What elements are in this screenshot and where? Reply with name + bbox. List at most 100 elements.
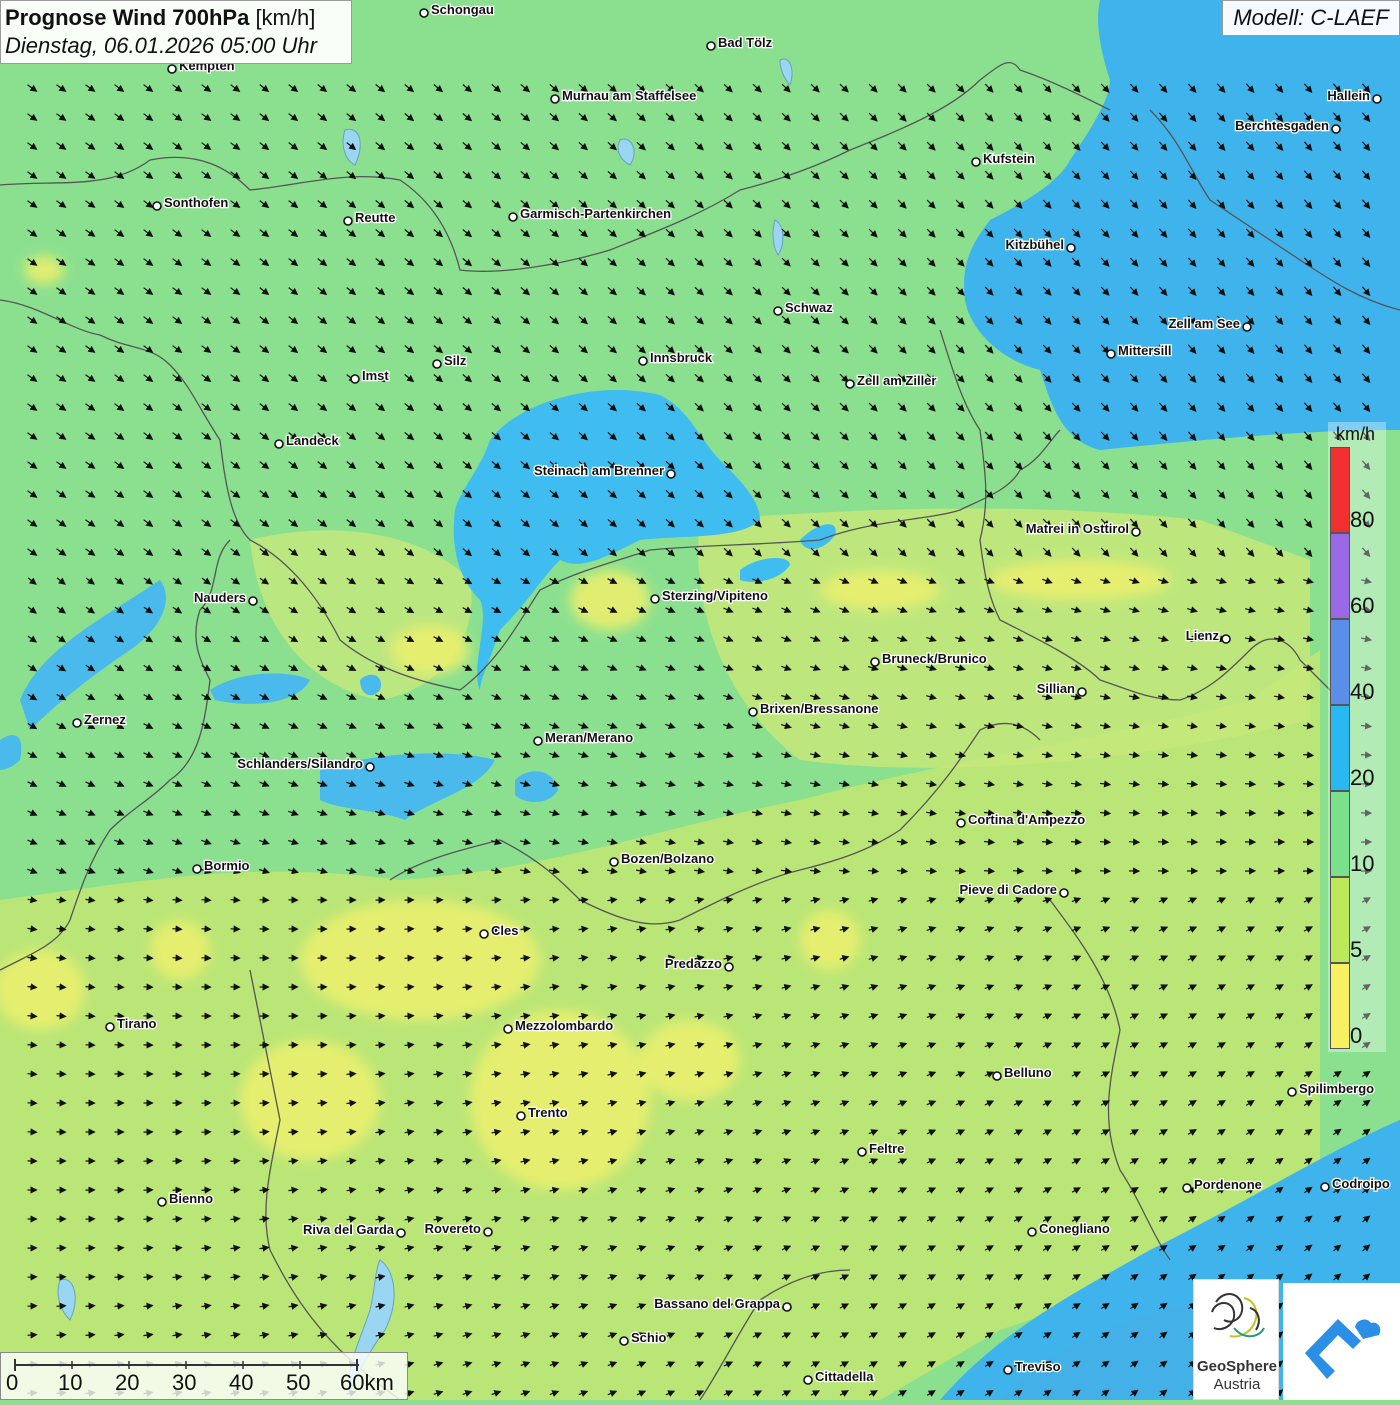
scale-label: 30 <box>172 1370 196 1396</box>
wind-arrow <box>86 958 95 959</box>
city-dot <box>749 708 757 716</box>
city-dot <box>774 307 782 315</box>
city-marker[interactable]: Meran/Merano <box>534 730 633 745</box>
city-marker[interactable]: Brixen/Bressanone <box>749 701 879 716</box>
city-marker[interactable]: Spilimbergo <box>1288 1081 1374 1096</box>
city-label: Tirano <box>117 1016 157 1031</box>
city-dot <box>344 217 352 225</box>
city-label: Lienz <box>1186 628 1220 643</box>
city-label: Riva del Garda <box>303 1222 395 1237</box>
city-dot <box>1243 323 1251 331</box>
city-dot <box>871 658 879 666</box>
wind-arrow <box>347 1074 356 1075</box>
city-dot <box>484 1228 492 1236</box>
wind-arrow <box>202 1219 211 1220</box>
city-dot <box>73 719 81 727</box>
city-marker[interactable]: Matrei in Osttirol <box>1026 521 1140 536</box>
title-box: Prognose Wind 700hPa [km/h] Dienstag, 06… <box>0 0 352 64</box>
city-dot <box>534 737 542 745</box>
geosphere-logo[interactable]: GeoSphere Austria <box>1193 1279 1279 1400</box>
legend-label: 80 <box>1350 507 1374 533</box>
city-label: Steinach am Brenner <box>534 463 664 478</box>
wind-arrow <box>28 1074 37 1075</box>
city-marker[interactable]: Sonthofen <box>153 195 228 210</box>
city-marker[interactable]: Schlanders/Silandro <box>237 756 374 771</box>
city-dot <box>639 357 647 365</box>
wind-arrow <box>926 871 936 872</box>
city-marker[interactable]: Bruneck/Brunico <box>871 651 987 666</box>
city-label: Spilimbergo <box>1299 1081 1374 1096</box>
wind-arrow <box>376 1045 385 1046</box>
city-marker[interactable]: Steinach am Brenner <box>534 463 675 478</box>
city-marker[interactable]: Zell am Ziller <box>846 373 936 388</box>
wind-arrow <box>28 1335 37 1336</box>
wind-arrow <box>318 1074 327 1075</box>
city-marker[interactable]: Berchtesgaden <box>1235 118 1340 133</box>
legend-label: 0 <box>1350 1023 1362 1049</box>
city-dot <box>158 1198 166 1206</box>
forecast-datetime: Dienstag, 06.01.2026 05:00 Uhr <box>5 32 351 60</box>
wind-arrow <box>231 1132 240 1133</box>
wind-arrow <box>231 900 240 901</box>
city-label: Imst <box>362 368 389 383</box>
model-label: Modell: C-LAEF <box>1222 0 1400 36</box>
city-marker[interactable]: Codroipo <box>1321 1176 1390 1191</box>
wind-arrow <box>202 1161 211 1162</box>
legend-color-2 <box>1330 619 1350 705</box>
city-dot <box>1288 1088 1296 1096</box>
wind-arrow <box>1303 784 1313 785</box>
city-marker[interactable]: Pordenone <box>1183 1177 1262 1192</box>
wind-arrow <box>115 987 124 988</box>
city-dot <box>153 202 161 210</box>
wind-arrow <box>434 958 443 959</box>
scale-label: 20 <box>115 1370 139 1396</box>
city-dot <box>1222 635 1230 643</box>
city-marker[interactable]: Zell am See <box>1168 316 1251 331</box>
city-marker[interactable]: Conegliano <box>1028 1221 1110 1236</box>
city-marker[interactable]: Riva del Garda <box>303 1222 405 1237</box>
city-dot <box>1183 1184 1191 1192</box>
wind-arrow <box>1158 813 1168 814</box>
city-marker[interactable]: Cittadella <box>804 1369 874 1384</box>
city-label: Conegliano <box>1039 1221 1110 1236</box>
city-label: Zell am See <box>1168 316 1240 331</box>
city-label: Sonthofen <box>164 195 228 210</box>
scale-label: 50 <box>286 1370 310 1396</box>
city-marker[interactable]: Schongau <box>420 2 494 17</box>
city-label: Berchtesgaden <box>1235 118 1329 133</box>
app-logo[interactable] <box>1283 1283 1400 1400</box>
city-marker[interactable]: Garmisch-Partenkirchen <box>509 206 671 221</box>
city-dot <box>193 865 201 873</box>
wind-arrow <box>173 958 182 959</box>
city-marker[interactable]: Bassano del Grappa <box>654 1296 791 1311</box>
city-label: Mittersill <box>1118 343 1171 358</box>
city-dot <box>667 470 675 478</box>
wind-arrow <box>376 1016 385 1017</box>
city-dot <box>366 763 374 771</box>
legend-label: 10 <box>1350 851 1374 877</box>
city-label: Innsbruck <box>650 350 713 365</box>
city-dot <box>1332 125 1340 133</box>
wind-arrow <box>984 871 994 872</box>
wind-arrow <box>231 1190 240 1191</box>
city-label: Bormio <box>204 858 250 873</box>
city-marker[interactable]: Mezzolombardo <box>504 1018 613 1033</box>
city-marker[interactable]: Pieve di Cadore <box>959 882 1068 897</box>
city-marker[interactable]: Sterzing/Vipiteno <box>651 588 768 603</box>
wind-arrow <box>521 900 530 901</box>
city-marker[interactable]: Bozen/Bolzano <box>610 851 714 866</box>
city-label: Hallein <box>1327 88 1370 103</box>
wind-arrow <box>144 1219 153 1220</box>
city-label: Cortina d'Ampezzo <box>968 812 1085 827</box>
wind-arrow <box>115 1248 124 1249</box>
city-label: Zernez <box>84 712 126 727</box>
city-marker[interactable]: Cortina d'Ampezzo <box>957 812 1085 827</box>
legend-label: 40 <box>1350 679 1374 705</box>
city-dot <box>106 1023 114 1031</box>
city-marker[interactable]: Murnau am Staffelsee <box>551 88 696 103</box>
city-dot <box>1132 528 1140 536</box>
wind-arrow <box>231 1161 240 1162</box>
legend-color-5 <box>1330 877 1350 963</box>
city-marker[interactable]: Innsbruck <box>639 350 713 365</box>
city-dot <box>397 1229 405 1237</box>
